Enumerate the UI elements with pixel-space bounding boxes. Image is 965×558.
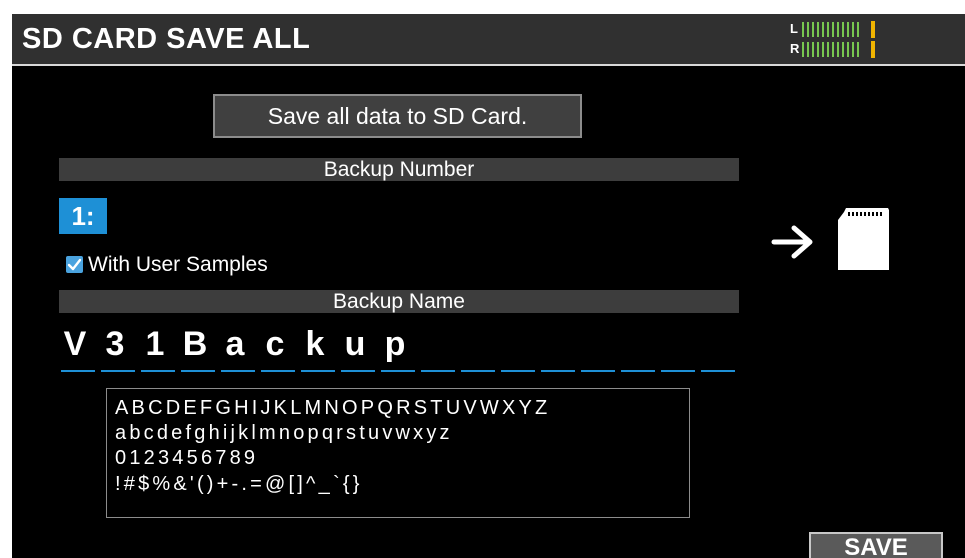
- backup-name-char-slot[interactable]: p: [379, 320, 415, 372]
- backup-name-field[interactable]: V31Backup: [59, 320, 735, 374]
- level-meter-right-label: R: [790, 41, 800, 56]
- backup-name-char-slot[interactable]: [579, 320, 615, 372]
- level-meter-right-bars: [802, 42, 872, 57]
- backup-name-char-slot[interactable]: 1: [139, 320, 175, 372]
- backup-name-char-slot[interactable]: [659, 320, 695, 372]
- character-palette[interactable]: ABCDEFGHIJKLMNOPQRSTUVWXYZ abcdefghijklm…: [106, 388, 690, 518]
- backup-name-underline: [61, 370, 95, 372]
- backup-name-char-slot[interactable]: k: [299, 320, 335, 372]
- level-meter-segment: [857, 22, 859, 37]
- level-meter-segment: [837, 22, 839, 37]
- title-bar: SD CARD SAVE ALL L R: [12, 14, 965, 66]
- backup-name-char: a: [225, 325, 245, 363]
- backup-name-char-slot[interactable]: c: [259, 320, 295, 372]
- backup-name-underline: [421, 370, 455, 372]
- title-divider: [12, 64, 965, 66]
- backup-name-header: Backup Name: [59, 290, 739, 313]
- palette-row-uppercase[interactable]: ABCDEFGHIJKLMNOPQRSTUVWXYZ: [115, 395, 550, 421]
- backup-name-char-slot[interactable]: 3: [99, 320, 135, 372]
- backup-name-char: u: [344, 325, 366, 363]
- backup-name-underline: [301, 370, 335, 372]
- level-meter-segment: [837, 42, 839, 57]
- backup-name-char-slot[interactable]: a: [219, 320, 255, 372]
- backup-name-underline: [461, 370, 495, 372]
- level-meter-segment: [822, 42, 824, 57]
- level-meter-segment: [807, 22, 809, 37]
- backup-name-underline: [341, 370, 375, 372]
- backup-name-char: p: [384, 325, 406, 363]
- user-samples-checkbox[interactable]: [66, 256, 83, 273]
- display-screen: SD CARD SAVE ALL L R Save all data to SD…: [12, 14, 965, 558]
- backup-name-char-slot[interactable]: u: [339, 320, 375, 372]
- backup-number-header: Backup Number: [59, 158, 739, 181]
- level-meter-left-bars: [802, 22, 872, 37]
- level-meter-segment: [812, 42, 814, 57]
- backup-name-char: k: [305, 325, 325, 363]
- backup-name-char-slot[interactable]: [619, 320, 655, 372]
- level-meter-segment: [812, 22, 814, 37]
- level-meter-segment: [822, 22, 824, 37]
- backup-name-underline: [661, 370, 695, 372]
- level-meter-segment: [832, 42, 834, 57]
- level-meter-segment: [857, 42, 859, 57]
- backup-name-underline: [501, 370, 535, 372]
- level-meter-right-peak: [871, 41, 875, 58]
- message-box: Save all data to SD Card.: [213, 94, 582, 138]
- backup-name-char-slot[interactable]: [699, 320, 735, 372]
- backup-name-underline: [181, 370, 215, 372]
- level-meter-segment: [827, 22, 829, 37]
- backup-number-field[interactable]: 1:: [59, 198, 107, 234]
- backup-name-underline: [541, 370, 575, 372]
- level-meter-segment: [842, 22, 844, 37]
- backup-name-char-slot[interactable]: [499, 320, 535, 372]
- palette-row-symbols[interactable]: !#$%&'()+-.=@[]^_`{}: [115, 471, 363, 497]
- backup-name-char-slot[interactable]: [419, 320, 455, 372]
- save-button[interactable]: SAVE: [809, 532, 943, 558]
- backup-name-underline: [581, 370, 615, 372]
- level-meter-left-peak: [871, 21, 875, 38]
- backup-name-char: 1: [145, 325, 165, 363]
- backup-name-char-slot[interactable]: [539, 320, 575, 372]
- level-meter-segment: [832, 22, 834, 37]
- sd-card-icon: [838, 208, 889, 270]
- level-meter-right: R: [790, 40, 880, 58]
- level-meter-segment: [847, 22, 849, 37]
- backup-name-char-slot[interactable]: B: [179, 320, 215, 372]
- arrow-right-icon: [771, 225, 813, 259]
- level-meter-left-label: L: [790, 21, 798, 36]
- backup-name-char: c: [265, 325, 285, 363]
- level-meter-segment: [852, 42, 854, 57]
- level-meter-segment: [817, 22, 819, 37]
- level-meter-segment: [807, 42, 809, 57]
- backup-name-underline: [701, 370, 735, 372]
- level-meter-segment: [817, 42, 819, 57]
- backup-name-underline: [141, 370, 175, 372]
- backup-name-char: 3: [105, 325, 125, 363]
- backup-name-underline: [381, 370, 415, 372]
- palette-row-lowercase[interactable]: abcdefghijklmnopqrstuvwxyz: [115, 420, 453, 446]
- backup-name-underline: [221, 370, 255, 372]
- backup-name-char-slot[interactable]: [459, 320, 495, 372]
- backup-name-char: B: [182, 325, 208, 363]
- level-meter-segment: [842, 42, 844, 57]
- backup-name-char: V: [63, 325, 87, 363]
- backup-name-underline: [261, 370, 295, 372]
- checkmark-icon: [67, 258, 82, 271]
- backup-name-underline: [101, 370, 135, 372]
- backup-name-underline: [621, 370, 655, 372]
- backup-name-char-slot[interactable]: V: [59, 320, 95, 372]
- page-title: SD CARD SAVE ALL: [22, 23, 311, 55]
- level-meter: L R: [790, 18, 880, 60]
- user-samples-label: With User Samples: [88, 253, 268, 276]
- level-meter-segment: [802, 42, 804, 57]
- transfer-graphic: [768, 202, 898, 278]
- level-meter-left: L: [790, 20, 880, 38]
- level-meter-segment: [852, 22, 854, 37]
- palette-row-digits[interactable]: 0123456789: [115, 445, 258, 471]
- level-meter-segment: [802, 22, 804, 37]
- level-meter-segment: [847, 42, 849, 57]
- level-meter-segment: [827, 42, 829, 57]
